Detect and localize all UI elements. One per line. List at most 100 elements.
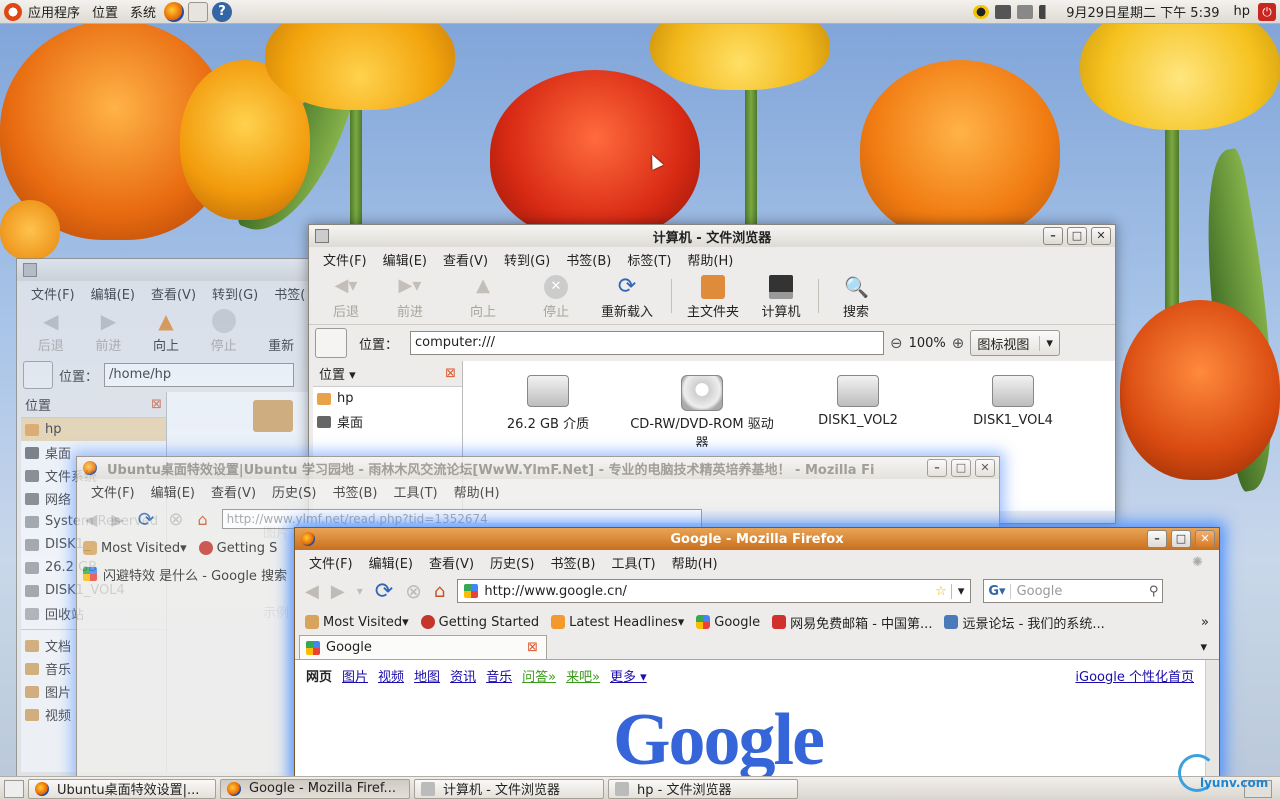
menu-view[interactable]: 查看(V)	[421, 553, 482, 572]
menu-edit[interactable]: 编辑(E)	[361, 553, 421, 572]
zoom-out-icon[interactable]: ⊖	[890, 334, 903, 352]
menu-tools[interactable]: 工具(T)	[386, 482, 446, 501]
stop-icon[interactable]: ⊗	[168, 509, 183, 530]
menu-edit[interactable]: 编辑(E)	[375, 250, 435, 269]
folder-icon[interactable]	[253, 400, 293, 432]
home-button[interactable]: 主文件夹	[678, 275, 748, 320]
task-nautilus-computer[interactable]: 计算机 - 文件浏览器	[414, 778, 604, 799]
tab-google-search[interactable]: 闪避特效 是什么 - Google 搜索	[103, 565, 287, 584]
keyboard-tray-icon[interactable]	[1017, 4, 1034, 19]
stop-button[interactable]: 停止	[196, 309, 252, 354]
close-button[interactable]: ✕	[1195, 530, 1215, 548]
minimize-button[interactable]: –	[1043, 227, 1063, 245]
google-link-video[interactable]: 视频	[373, 666, 409, 685]
back-arrow-icon[interactable]: ◀	[305, 581, 319, 602]
menu-file[interactable]: 文件(F)	[83, 482, 143, 501]
bookmark-most-visited[interactable]: Most Visited ▾	[299, 615, 415, 630]
google-link-images[interactable]: 图片	[337, 666, 373, 685]
forward-button[interactable]: ▶▾ 前进	[379, 275, 441, 320]
close-button[interactable]: ✕	[975, 459, 995, 477]
show-desktop-icon[interactable]	[4, 779, 24, 798]
menu-view[interactable]: 查看(V)	[435, 250, 496, 269]
menu-help[interactable]: 帮助(H)	[679, 250, 741, 269]
bookmark-163-mail[interactable]: 网易免费邮箱 - 中国第...	[766, 613, 938, 632]
menu-file[interactable]: 文件(F)	[23, 284, 83, 303]
location-input[interactable]: computer:///	[410, 331, 885, 355]
tab-google[interactable]: Google ⊠	[299, 635, 547, 659]
google-link-web[interactable]: 网页	[301, 666, 337, 685]
bookmark-getting-started[interactable]: Getting S	[193, 541, 284, 556]
ubuntu-logo-icon[interactable]	[4, 2, 22, 21]
zoom-level[interactable]: 100%	[909, 336, 946, 351]
close-button[interactable]: ✕	[1091, 227, 1111, 245]
menu-bookmarks[interactable]: 书签(B)	[324, 482, 385, 501]
qq-tray-icon[interactable]	[973, 4, 990, 19]
up-button[interactable]: ▲ 向上	[138, 309, 194, 354]
view-mode-select[interactable]: 图标视图 ▾	[970, 330, 1060, 356]
minimize-button[interactable]: –	[927, 459, 947, 477]
edit-location-icon[interactable]	[23, 361, 53, 389]
menu-view[interactable]: 查看(V)	[143, 284, 204, 303]
menu-system[interactable]: 系统	[124, 2, 162, 21]
url-input[interactable]: http://www.ylmf.net/read.php?tid=1352674	[221, 509, 702, 529]
stop-icon[interactable]: ⊗	[405, 579, 422, 603]
menu-history[interactable]: 历史(S)	[482, 553, 542, 572]
forward-button[interactable]: ▶ 前进	[81, 309, 137, 354]
task-nautilus-hp[interactable]: hp - 文件浏览器	[608, 778, 798, 799]
sidebar-item-desktop[interactable]: 桌面	[313, 410, 462, 433]
bookmark-getting-started[interactable]: Getting Started	[415, 615, 546, 630]
maximize-button[interactable]: □	[951, 459, 971, 477]
menu-edit[interactable]: 编辑(E)	[83, 284, 143, 303]
help-launcher-icon[interactable]: ?	[212, 1, 233, 22]
google-link-music[interactable]: 音乐	[481, 666, 517, 685]
menu-places[interactable]: 位置	[86, 2, 124, 21]
menu-tools[interactable]: 工具(T)	[604, 553, 664, 572]
url-dropdown-icon[interactable]: ▾	[950, 583, 971, 599]
drive-item-26gb[interactable]: 26.2 GB 介质	[493, 375, 603, 432]
location-input[interactable]: /home/hp	[104, 363, 295, 387]
bookmarks-overflow-icon[interactable]: »	[1201, 615, 1209, 630]
sidebar-item-hp[interactable]: hp	[21, 418, 166, 441]
google-link-maps[interactable]: 地图	[409, 666, 445, 685]
menu-bookmarks[interactable]: 书签(	[266, 284, 313, 303]
back-arrow-icon[interactable]: ◀	[85, 510, 97, 529]
minimize-button[interactable]: –	[1147, 530, 1167, 548]
search-engine-icon[interactable]: G▾	[984, 583, 1011, 599]
close-sidebar-icon[interactable]: ⊠	[445, 366, 456, 381]
bookmark-latest-headlines[interactable]: Latest Headlines ▾	[545, 615, 690, 630]
menu-go[interactable]: 转到(G)	[204, 284, 266, 303]
bookmark-star-icon[interactable]: ☆	[931, 584, 951, 599]
search-input[interactable]: Google	[1011, 584, 1145, 599]
menu-view[interactable]: 查看(V)	[203, 482, 264, 501]
reload-icon[interactable]: ⟳	[375, 579, 393, 604]
forward-arrow-icon[interactable]: ▶	[111, 510, 123, 529]
drive-item-disk1-vol4[interactable]: DISK1_VOL4	[958, 375, 1068, 428]
bookmark-most-visited[interactable]: Most Visited ▾	[77, 541, 193, 556]
sidebar-item-hp[interactable]: hp	[313, 387, 462, 410]
history-dropdown-icon[interactable]: ▾	[357, 584, 363, 598]
url-bar[interactable]: http://www.google.cn/ ☆ ▾	[457, 579, 972, 603]
search-button[interactable]: 🔍 搜索	[825, 275, 887, 320]
menu-help[interactable]: 帮助(H)	[446, 482, 508, 501]
menu-bookmarks[interactable]: 书签(B)	[542, 553, 603, 572]
back-button[interactable]: ◀▾ 后退	[315, 275, 377, 320]
reload-icon[interactable]: ⟳	[138, 507, 155, 531]
home-icon[interactable]: ⌂	[434, 581, 445, 602]
menu-applications[interactable]: 应用程序	[22, 2, 86, 21]
menu-help[interactable]: 帮助(H)	[664, 553, 726, 572]
close-sidebar-icon[interactable]: ⊠	[151, 397, 162, 412]
search-icon[interactable]: ⚲	[1145, 584, 1163, 599]
sidebar-title[interactable]: 位置	[25, 395, 51, 414]
google-link-laiba[interactable]: 来吧»	[561, 666, 605, 685]
volume-tray-icon[interactable]	[1039, 4, 1056, 19]
menu-history[interactable]: 历史(S)	[264, 482, 324, 501]
up-button[interactable]: ▲ 向上	[443, 275, 523, 320]
menu-file[interactable]: 文件(F)	[315, 250, 375, 269]
sidebar-title[interactable]: 位置 ▾	[319, 364, 356, 383]
search-bar[interactable]: G▾ Google ⚲	[983, 579, 1164, 603]
menu-bookmarks[interactable]: 书签(B)	[558, 250, 619, 269]
bookmark-google[interactable]: Google	[690, 615, 766, 630]
power-icon[interactable]: ⏻	[1258, 2, 1276, 21]
google-link-more[interactable]: 更多 ▾	[605, 666, 652, 685]
computer-button[interactable]: 计算机	[750, 275, 812, 320]
